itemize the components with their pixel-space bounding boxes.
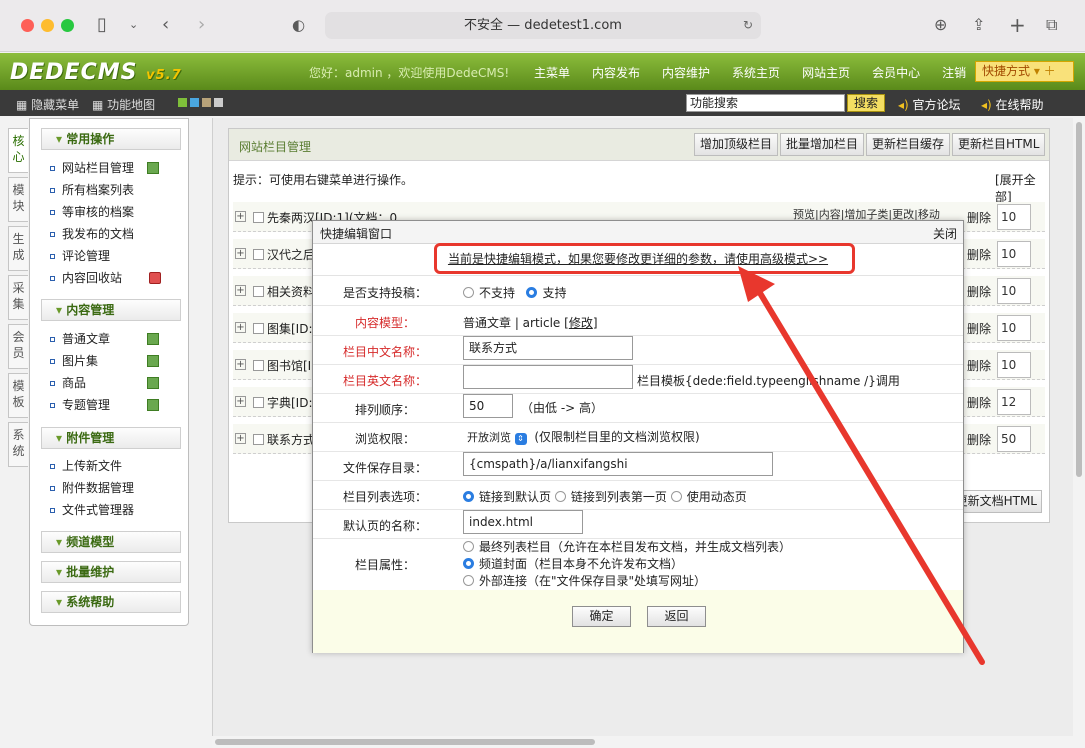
red-arrow-annotation — [738, 266, 985, 665]
